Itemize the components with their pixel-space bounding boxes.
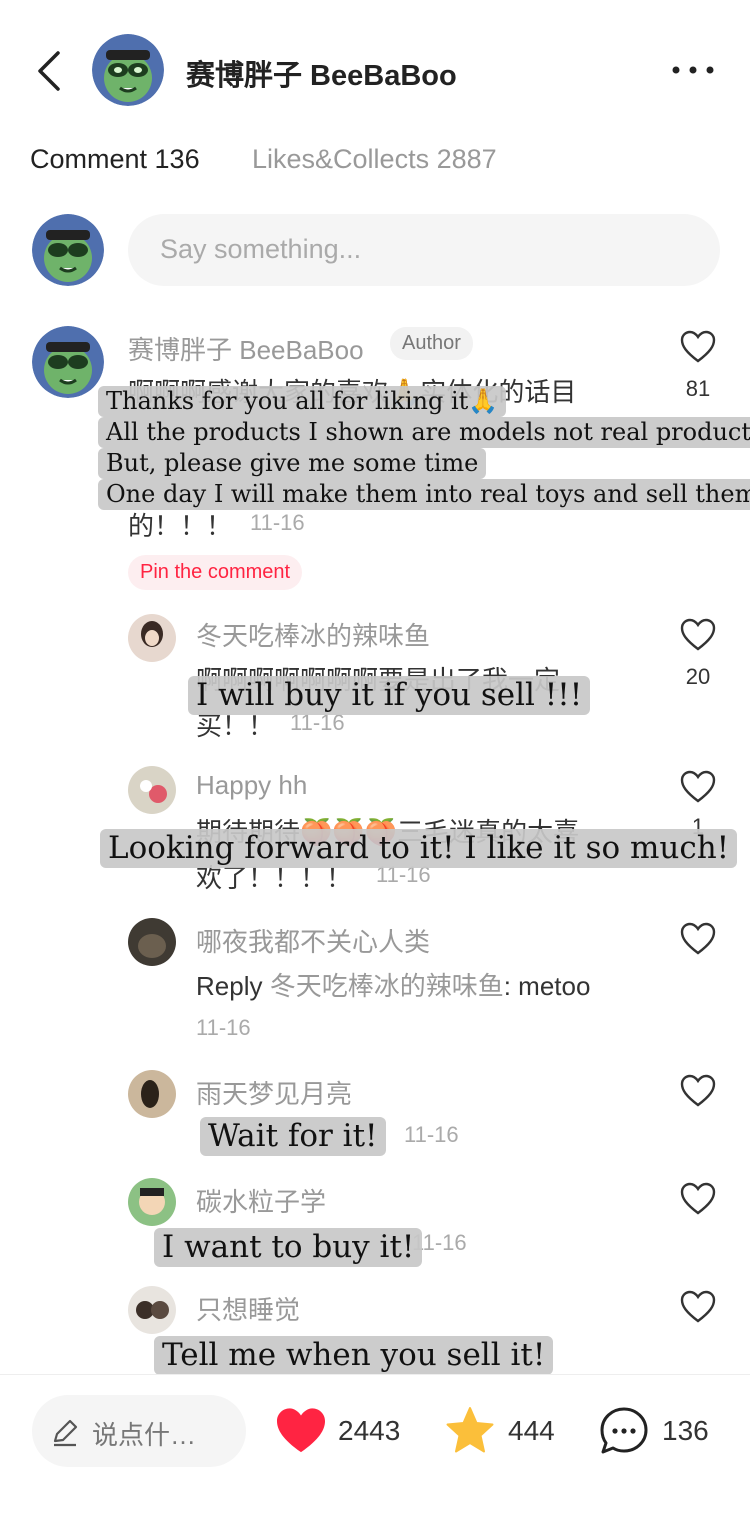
reply-like-heart-icon[interactable] — [680, 770, 716, 804]
author-like-count: 81 — [685, 376, 711, 401]
like-heart-icon[interactable] — [274, 1407, 328, 1455]
author-comment-date: 11-16 — [250, 510, 305, 535]
pin-comment-button[interactable]: Pin the comment — [128, 555, 303, 590]
tab-comments[interactable]: Comment 136 — [30, 144, 200, 175]
like-count: 2443 — [338, 1415, 401, 1446]
reply-translation: Wait for it! — [200, 1117, 386, 1156]
reply-like-heart-icon[interactable] — [680, 1290, 716, 1324]
reply-translation: I will buy it if you sell !!! — [188, 676, 591, 715]
reply-translation: Looking forward to it! I like it so much… — [100, 829, 738, 868]
reply-username[interactable]: 哪夜我都不关心人类 — [196, 922, 430, 959]
bottom-input-placeholder: 说点什… — [92, 1420, 197, 1450]
collect-count: 444 — [508, 1415, 555, 1446]
author-translation-line1: Thanks for you all for liking it🙏 — [98, 386, 507, 417]
author-translation-line3: But, please give me some time — [98, 448, 487, 479]
author-like-heart-icon[interactable] — [680, 330, 716, 364]
reply-target[interactable]: 冬天吃棒冰的辣味鱼 — [270, 971, 504, 1001]
reply-avatar[interactable] — [128, 1286, 176, 1334]
reply-translation: I want to buy it! — [154, 1228, 423, 1267]
reply-avatar[interactable] — [128, 1070, 176, 1118]
comment-input-placeholder: Say something... — [160, 234, 362, 264]
comment-input[interactable]: Say something... — [128, 214, 720, 286]
more-dots-icon[interactable] — [670, 62, 716, 78]
collect-star-icon[interactable] — [444, 1405, 496, 1455]
reply-date: 11-16 — [404, 1122, 459, 1147]
reply-username[interactable]: 冬天吃棒冰的辣味鱼 — [196, 616, 430, 653]
reply-avatar[interactable] — [128, 918, 176, 966]
header-avatar[interactable] — [92, 34, 164, 106]
author-badge: Author — [390, 327, 473, 360]
my-avatar — [32, 214, 104, 286]
comment-bubble-icon[interactable] — [598, 1405, 650, 1457]
bottom-comment-input[interactable]: 说点什… — [32, 1395, 246, 1467]
reply-date: 11-16 — [196, 1015, 251, 1040]
reply-username[interactable]: 碳水粒子学 — [196, 1182, 326, 1219]
reply-avatar[interactable] — [128, 1178, 176, 1226]
reply-translation: Tell me when you sell it! — [154, 1336, 554, 1375]
reply-username[interactable]: 雨天梦见月亮 — [196, 1074, 352, 1111]
reply-text: Reply 冬天吃棒冰的辣味鱼: metoo — [196, 966, 590, 1003]
reply-username[interactable]: 只想睡觉 — [196, 1290, 300, 1327]
reply-body: : metoo — [503, 971, 591, 1001]
author-comment-username[interactable]: 赛博胖子 BeeBaBoo — [128, 330, 364, 367]
comment-count: 136 — [662, 1415, 709, 1446]
reply-avatar[interactable] — [128, 614, 176, 662]
back-chevron-left-icon[interactable] — [34, 50, 64, 92]
reply-like-count: 20 — [685, 664, 711, 689]
reply-like-heart-icon[interactable] — [680, 1182, 716, 1216]
bottom-bar: 说点什… 2443 444 136 — [0, 1374, 750, 1513]
reply-prefix: Reply — [196, 971, 263, 1001]
tab-likes-collects[interactable]: Likes&Collects 2887 — [252, 144, 497, 175]
pencil-icon — [53, 1419, 78, 1447]
author-avatar[interactable] — [32, 326, 104, 398]
reply-like-heart-icon[interactable] — [680, 1074, 716, 1108]
author-translation-line4: One day I will make them into real toys … — [98, 479, 750, 510]
reply-avatar[interactable] — [128, 766, 176, 814]
header-username[interactable]: 赛博胖子 BeeBaBoo — [186, 52, 457, 94]
author-comment-text-line4: 的！！！ — [128, 511, 233, 541]
reply-like-heart-icon[interactable] — [680, 618, 716, 652]
reply-username[interactable]: Happy hh — [196, 770, 307, 801]
author-translation-line2: All the products I shown are models not … — [98, 417, 750, 448]
reply-like-heart-icon[interactable] — [680, 922, 716, 956]
